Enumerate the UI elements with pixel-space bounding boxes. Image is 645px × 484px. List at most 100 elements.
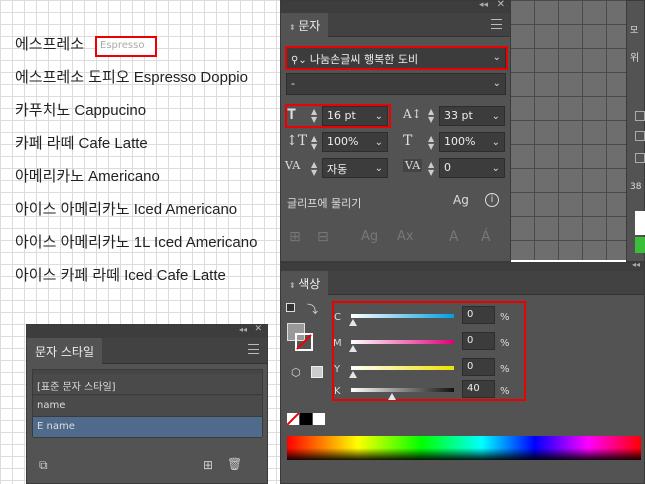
black-slider[interactable] — [351, 388, 454, 392]
side-green-swatch[interactable] — [635, 237, 645, 253]
snap-anchor-icon[interactable]: Á — [481, 229, 491, 245]
text-line-espresso-doppio[interactable]: 에스프레소 도피오 Espresso Doppio — [15, 66, 248, 87]
cyan-label: C — [334, 312, 341, 323]
side-panel-value: 38 — [630, 182, 642, 192]
yellow-slider-thumb[interactable] — [349, 371, 357, 378]
espresso-text-selection[interactable]: Espresso — [95, 36, 157, 57]
horizontal-scale-value: 100% — [444, 135, 476, 148]
black-swatch[interactable] — [300, 413, 312, 425]
vertical-scale-stepper[interactable]: ▲ ▼ — [311, 135, 317, 151]
load-styles-icon[interactable]: ⧉ — [39, 458, 48, 473]
magenta-field[interactable]: 0 — [462, 332, 495, 350]
delete-style-icon[interactable]: 🗑 — [227, 457, 242, 471]
leading-icon: A↕ — [403, 107, 422, 121]
black-slider-thumb[interactable] — [388, 393, 397, 400]
horizontal-scale-icon: T — [403, 133, 413, 149]
cyan-value: 0 — [467, 309, 474, 320]
cyan-unit: % — [500, 312, 510, 323]
black-field[interactable]: 40 — [462, 380, 495, 398]
chevron-down-icon: ⌄ — [374, 163, 383, 174]
horizontal-scale-stepper[interactable]: ▲ ▼ — [428, 135, 434, 151]
new-style-icon[interactable]: ⊞ — [203, 458, 213, 472]
text-line-iced-cafe-latte[interactable]: 아이스 카페 라떼 Iced Cafe Latte — [15, 264, 226, 285]
default-colors-icon[interactable] — [286, 303, 295, 312]
font-family-highlight — [285, 46, 508, 70]
style-item-label: E name — [37, 421, 75, 432]
snap-proximity-icon[interactable]: Ax — [397, 229, 414, 244]
snap-xheight-icon[interactable]: ⊟ — [317, 229, 329, 245]
info-icon[interactable]: i — [485, 193, 499, 207]
tracking-field[interactable]: 0 ⌄ — [439, 158, 505, 178]
kerning-value: 자동 — [327, 163, 348, 176]
close-icon[interactable]: ✕ — [254, 324, 262, 334]
vertical-scale-value: 100% — [327, 135, 359, 148]
cyan-field[interactable]: 0 — [462, 306, 495, 324]
side-checkbox-1[interactable] — [635, 111, 645, 121]
kerning-field[interactable]: 자동 ⌄ — [322, 158, 388, 178]
white-swatch[interactable] — [313, 413, 325, 425]
text-line-cappucino[interactable]: 카푸치노 Cappucino — [15, 99, 146, 120]
magenta-slider-thumb[interactable] — [349, 345, 357, 352]
vertical-scale-field[interactable]: 100% ⌄ — [322, 132, 388, 152]
panel-menu-icon[interactable] — [491, 19, 502, 29]
text-line-iced-americano-1l[interactable]: 아이스 아메리카노 1L Iced Americano — [15, 231, 257, 252]
glyph-icon[interactable]: Ag — [453, 193, 469, 207]
collapse-icon[interactable]: ◂◂ — [632, 260, 640, 269]
tab-character[interactable]: ⬍ 문자 — [281, 13, 329, 37]
none-swatch[interactable] — [287, 413, 299, 425]
font-style-value: - — [291, 77, 295, 90]
magenta-slider[interactable] — [351, 340, 454, 344]
side-checkbox-3[interactable] — [635, 153, 645, 163]
chevron-down-icon: ⌄ — [374, 137, 383, 148]
snap-glyph-bounds-icon[interactable]: Ag — [361, 229, 378, 244]
gamut-swatch[interactable] — [311, 366, 323, 378]
chevron-down-icon: ⌄ — [491, 137, 500, 148]
leading-field[interactable]: 33 pt ⌄ — [439, 106, 505, 126]
snap-angle-icon[interactable]: A — [449, 229, 459, 245]
style-item-name[interactable]: name — [33, 396, 262, 417]
color-panel-topbar: ◂◂ — [281, 260, 644, 271]
styles-panel-topbar: ◂◂ ✕ — [27, 324, 267, 338]
yellow-field[interactable]: 0 — [462, 358, 495, 376]
horizontal-scale-field[interactable]: 100% ⌄ — [439, 132, 505, 152]
tracking-icon: VA — [403, 159, 423, 172]
swap-colors-icon[interactable]: ⤵ — [307, 301, 318, 317]
stroke-swatch[interactable] — [295, 333, 313, 351]
color-spectrum[interactable] — [287, 436, 641, 460]
color-panel: ◂◂ ⬍ 색상 ⤵ ⬡ C 0 % M 0 % Y 0 % K 40 % — [280, 260, 645, 484]
color-tab-row: ⬍ 색상 — [281, 271, 644, 295]
magenta-value: 0 — [467, 335, 474, 346]
leading-value: 33 pt — [444, 109, 473, 122]
side-swatch[interactable] — [635, 211, 645, 235]
style-item-label: [표준 문자 스타일] — [37, 382, 116, 393]
tab-character-styles[interactable]: 문자 스타일 — [27, 338, 103, 364]
tab-character-styles-label: 문자 스타일 — [35, 345, 95, 359]
tab-color[interactable]: ⬍ 색상 — [281, 271, 329, 295]
text-line-iced-americano[interactable]: 아이스 아메리카노 Iced Americano — [15, 198, 237, 219]
magenta-label: M — [333, 338, 342, 349]
tracking-stepper[interactable]: ▲ ▼ — [428, 161, 434, 177]
cyan-slider-thumb[interactable] — [349, 319, 357, 326]
side-panel-label: 모 — [630, 26, 639, 36]
text-line-espresso[interactable]: 에스프레소 — [15, 33, 84, 54]
collapse-icon[interactable]: ◂◂ — [239, 325, 247, 334]
text-line-americano[interactable]: 아메리카노 Americano — [15, 165, 160, 186]
yellow-slider[interactable] — [351, 366, 454, 370]
style-item-e-name[interactable]: E name — [33, 417, 262, 438]
side-checkbox-2[interactable] — [635, 131, 645, 141]
cyan-slider[interactable] — [351, 314, 454, 318]
kerning-stepper[interactable]: ▲ ▼ — [311, 161, 317, 177]
style-item-default[interactable]: [표준 문자 스타일] — [33, 374, 262, 395]
text-line-cafe-latte[interactable]: 카페 라떼 Cafe Latte — [15, 132, 148, 153]
glyph-snap-label: 글리프에 물리기 — [287, 197, 362, 210]
tracking-value: 0 — [444, 161, 451, 174]
collapse-icon[interactable]: ◂◂ — [479, 0, 488, 10]
chevron-down-icon: ⌄ — [491, 111, 500, 122]
leading-stepper[interactable]: ▲ ▼ — [428, 108, 434, 124]
chevron-down-icon: ⌄ — [491, 163, 500, 174]
close-icon[interactable]: ✕ — [497, 0, 505, 10]
side-panel-label-2: 위 — [630, 53, 640, 64]
font-style-dropdown[interactable]: - ⌄ — [286, 73, 506, 95]
panel-menu-icon[interactable] — [248, 344, 259, 354]
snap-baseline-icon[interactable]: ⊞ — [289, 229, 301, 245]
